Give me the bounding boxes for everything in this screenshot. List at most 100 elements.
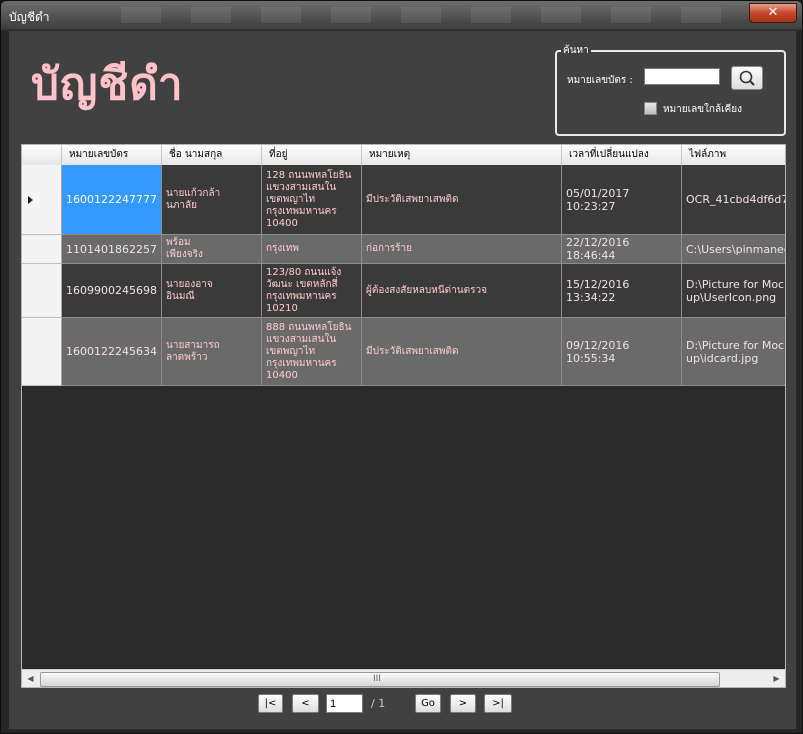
window-title: บัญชีดำ: [9, 10, 50, 24]
cell-content: นายแก้วกล้า นภาลัย: [166, 188, 220, 212]
horizontal-scrollbar[interactable]: ◀ III ▶: [22, 669, 785, 687]
prev-page-button[interactable]: <: [292, 694, 319, 713]
cell-line: 123/80 ถนนแจ้ง: [266, 266, 342, 278]
cell-line: พร้อม: [166, 237, 191, 248]
blacklist-grid[interactable]: หมายเลขบัตร ชื่อ นามสกุล ที่อยู่ หมายเหตุ เว…: [21, 144, 786, 688]
table-cell-time[interactable]: 09/12/2016 10:55:34: [562, 318, 682, 386]
table-row[interactable]: 1600122245634 นายสามารถ ลาดพร้าว 888 ถนนพหล…: [22, 318, 785, 386]
column-header[interactable]: หมายเหตุ: [362, 145, 562, 165]
cell-line: นภาลัย: [166, 199, 198, 211]
last-page-button[interactable]: >|: [484, 694, 512, 713]
table-cell-address[interactable]: 888 ถนนพหลโยธิน แขวงสามเสนใน เขตพญาไท กรุงเ…: [262, 318, 362, 386]
page-number-input[interactable]: [326, 694, 363, 713]
column-header[interactable]: ที่อยู่: [262, 145, 362, 165]
cell-line: 15/12/2016: [566, 277, 630, 291]
cell-line: อินมณี: [166, 290, 195, 302]
table-cell-name[interactable]: นายสามารถ ลาดพร้าว: [162, 318, 262, 386]
column-header[interactable]: เวลาที่เปลี่ยนแปลง: [562, 145, 682, 165]
scroll-left-arrow[interactable]: ◀: [22, 670, 39, 687]
go-button[interactable]: Go: [415, 694, 441, 713]
row-header[interactable]: [22, 235, 62, 264]
table-cell-id[interactable]: 1600122245634: [62, 318, 162, 386]
table-cell-file[interactable]: D:\Picture for Mock up\UserIcon.png: [682, 264, 786, 318]
column-header[interactable]: ไฟล์ภาพ: [682, 145, 785, 165]
cell-line: วัฒนะ เขตหลักสี่: [266, 278, 338, 290]
title-bar: บัญชีดำ ✕: [1, 1, 802, 29]
cell-line: 10:55:34: [566, 351, 616, 365]
table-cell-note[interactable]: มีประวัติเสพยาเสพติด: [362, 318, 562, 386]
cell-line: กรุงเทพมหานคร: [266, 290, 337, 302]
search-button[interactable]: [731, 66, 763, 90]
cell-content: 15/12/2016 13:34:22: [566, 278, 629, 304]
table-cell-name[interactable]: นายแก้วกล้า นภาลัย: [162, 165, 262, 235]
cell-line: 13:34:22: [566, 290, 616, 304]
table-cell-file[interactable]: D:\Picture for Mock up\idcard.jpg: [682, 318, 785, 386]
table-cell-address[interactable]: 123/80 ถนนแจ้ง วัฒนะ เขตหลักสี่ กรุงเทพมหา…: [262, 264, 362, 318]
cell-line: 22/12/2016: [566, 236, 630, 249]
cell-content: OCR_41cbd4df6d70: [686, 193, 785, 206]
table-cell-id[interactable]: 1101401862257: [62, 235, 162, 264]
cell-line: 09/12/2016: [566, 338, 630, 352]
page-total: / 1: [371, 697, 386, 710]
table-row[interactable]: 1609900245698 นายองอาจ อินมณี 123/80 ถนนแจ้…: [22, 264, 785, 318]
table-cell-file[interactable]: OCR_41cbd4df6d70: [682, 165, 785, 235]
scroll-grip: III: [373, 674, 381, 684]
cell-line: นายองอาจ: [166, 278, 213, 290]
cell-line: ลาดพร้าว: [166, 351, 208, 363]
close-button[interactable]: ✕: [749, 3, 797, 23]
cell-line: D:\Picture for Mock: [686, 277, 786, 291]
cell-line: นายแก้วกล้า: [166, 187, 221, 199]
cell-line: up\UserIcon.png: [686, 290, 777, 304]
cell-line: แขวงสามเสนใน: [266, 181, 337, 193]
scroll-right-arrow[interactable]: ▶: [768, 670, 785, 687]
table-row[interactable]: 1101401862257 พร้อม เพียงจริง กรุงเทพ ก่อการ…: [22, 235, 785, 264]
title-bar-background: [121, 7, 721, 23]
table-cell-note[interactable]: มีประวัติเสพยาเสพติด: [362, 165, 562, 235]
cell-content: นายสามารถ ลาดพร้าว: [166, 340, 220, 364]
cell-text: ผู้ต้องสงสัยหลบหนีด่านตรวจ: [366, 284, 487, 296]
cell-content: พร้อม เพียงจริง: [166, 237, 203, 261]
cell-content: 128 ถนนพหลโยธิน แขวงสามเสนใน เขตพญาไท กรุงเ…: [266, 170, 351, 230]
next-page-button[interactable]: >: [450, 694, 476, 713]
table-cell-address[interactable]: กรุงเทพ: [262, 235, 362, 264]
page-title: บัญชีดำ: [31, 59, 184, 110]
search-group: ค้นหา หมายเลขบัตร : หมายเลขใกล้เคียง: [555, 43, 786, 136]
cell-content: 09/12/2016 10:55:34: [566, 339, 629, 365]
table-cell-file[interactable]: C:\Users\pinmanee\: [682, 235, 785, 264]
table-cell-note[interactable]: ผู้ต้องสงสัยหลบหนีด่านตรวจ: [362, 264, 562, 318]
cell-line: 888 ถนนพหลโยธิน: [266, 321, 352, 333]
cell-line: กรุงเทพ: [266, 243, 299, 254]
table-cell-note[interactable]: ก่อการร้าย: [362, 235, 562, 264]
table-cell-name[interactable]: นายองอาจ อินมณี: [162, 264, 262, 318]
column-header[interactable]: หมายเลขบัตร: [62, 145, 162, 165]
table-cell-time[interactable]: 22/12/2016 18:46:44: [562, 235, 682, 264]
cell-line: 10400: [266, 369, 298, 381]
search-group-title: ค้นหา: [561, 43, 591, 58]
cell-line: up\idcard.jpg: [686, 351, 759, 365]
table-cell-time[interactable]: 15/12/2016 13:34:22: [562, 264, 682, 318]
table-row[interactable]: 1600122247777 นายแก้วกล้า นภาลัย 128 ถนนพหล…: [22, 165, 785, 235]
row-header[interactable]: [22, 165, 62, 235]
table-cell-time[interactable]: 05/01/2017 10:23:27: [562, 165, 682, 235]
cell-content: นายองอาจ อินมณี: [166, 279, 213, 303]
id-card-input[interactable]: [644, 68, 720, 85]
header-corner: [22, 145, 62, 165]
cell-content: 1600122247777: [66, 193, 157, 206]
scroll-thumb[interactable]: III: [40, 672, 720, 687]
cell-content: ผู้ต้องสงสัยหลบหนีด่านตรวจ: [366, 285, 487, 297]
near-match-label: หมายเลขใกล้เคียง: [663, 104, 742, 115]
cell-text: 1101401862257: [66, 242, 157, 256]
table-cell-id[interactable]: 1609900245698: [62, 264, 162, 318]
table-cell-name[interactable]: พร้อม เพียงจริง: [162, 235, 262, 264]
column-header[interactable]: ชื่อ นามสกุล: [162, 145, 262, 165]
table-cell-address[interactable]: 128 ถนนพหลโยธิน แขวงสามเสนใน เขตพญาไท กรุงเ…: [262, 165, 362, 235]
client-area: บัญชีดำ ค้นหา หมายเลขบัตร : หมายเลขใกล้เ…: [8, 30, 797, 730]
row-header[interactable]: [22, 318, 62, 386]
table-cell-id[interactable]: 1600122247777: [62, 165, 162, 235]
row-header[interactable]: [22, 264, 62, 318]
cell-content: C:\Users\pinmanee\: [686, 243, 785, 256]
cell-content: มีประวัติเสพยาเสพติด: [366, 194, 458, 206]
near-match-checkbox[interactable]: [644, 102, 657, 115]
cell-content: 123/80 ถนนแจ้ง วัฒนะ เขตหลักสี่ กรุงเทพมหา…: [266, 267, 341, 315]
first-page-button[interactable]: |<: [258, 694, 283, 713]
